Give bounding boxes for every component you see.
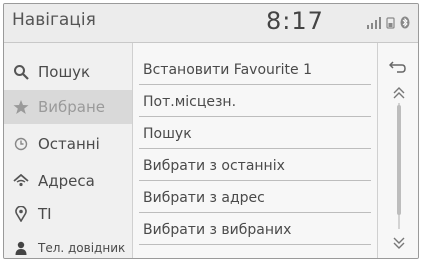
star-icon — [12, 99, 30, 115]
list-item-label: Пошук — [143, 125, 192, 142]
screen-title: Навігація — [12, 10, 96, 30]
sidebar-item-label: TI — [38, 205, 52, 223]
person-icon — [12, 241, 30, 255]
list-item-from-recent[interactable]: Вибрати з останніх — [139, 151, 371, 181]
sidebar-item-recent[interactable]: Останні — [4, 127, 132, 161]
sidebar-item-label: Пошук — [38, 63, 91, 81]
double-chevron-up-icon — [393, 87, 405, 99]
list-item-label: Вибрати з адрес — [143, 189, 265, 206]
sidebar-item-label: Вибране — [38, 98, 106, 116]
status-icons — [367, 16, 410, 29]
sidebar-item-address[interactable]: Адреса — [4, 164, 132, 198]
list-item-set-favourite[interactable]: Встановити Favourite 1 — [139, 55, 371, 85]
list-item-label: Пот.місцезн. — [143, 93, 237, 110]
navigation-screen: Навігація 8:17 Пошук Вибране Останні Адр… — [3, 3, 419, 259]
poi-pin-icon — [12, 206, 30, 222]
sidebar-item-label: Тел. довідник — [38, 241, 126, 255]
sidebar-item-phonebook[interactable]: Тел. довідник — [4, 231, 132, 258]
scroll-up-button[interactable] — [391, 85, 407, 104]
list-item-from-address[interactable]: Вибрати з адрес — [139, 183, 371, 213]
sidebar-item-poi[interactable]: TI — [4, 197, 132, 231]
list-item-search[interactable]: Пошук — [139, 119, 371, 149]
sidebar-item-search[interactable]: Пошук — [4, 55, 132, 89]
phone-battery-icon — [386, 17, 395, 29]
list-item-current-location[interactable]: Пот.місцезн. — [139, 87, 371, 117]
scroll-down-button[interactable] — [391, 235, 407, 254]
sidebar: Пошук Вибране Останні Адреса TI Тел. дов… — [4, 43, 133, 258]
back-button[interactable] — [381, 55, 415, 79]
sidebar-item-label: Останні — [38, 135, 100, 153]
scrollbar-thumb[interactable] — [397, 105, 401, 215]
clock-icon — [12, 137, 30, 151]
signal-icon — [367, 17, 381, 29]
list-item-label: Вибрати з останніх — [143, 157, 285, 174]
double-chevron-down-icon — [393, 237, 405, 249]
list-item-label: Встановити Favourite 1 — [143, 61, 312, 78]
list-item-label: Вибрати з вибраних — [143, 221, 292, 238]
main-list: Встановити Favourite 1 Пот.місцезн. Пошу… — [133, 43, 418, 258]
bluetooth-icon — [400, 16, 410, 29]
sidebar-item-favourites[interactable]: Вибране — [4, 90, 132, 124]
clock: 8:17 — [266, 7, 324, 35]
search-icon — [12, 64, 30, 80]
back-arrow-icon — [388, 58, 407, 77]
header-bar: Навігація 8:17 — [4, 4, 418, 43]
address-icon — [12, 174, 30, 188]
list-item-from-favourites[interactable]: Вибрати з вибраних — [139, 215, 371, 245]
sidebar-item-label: Адреса — [38, 172, 95, 190]
